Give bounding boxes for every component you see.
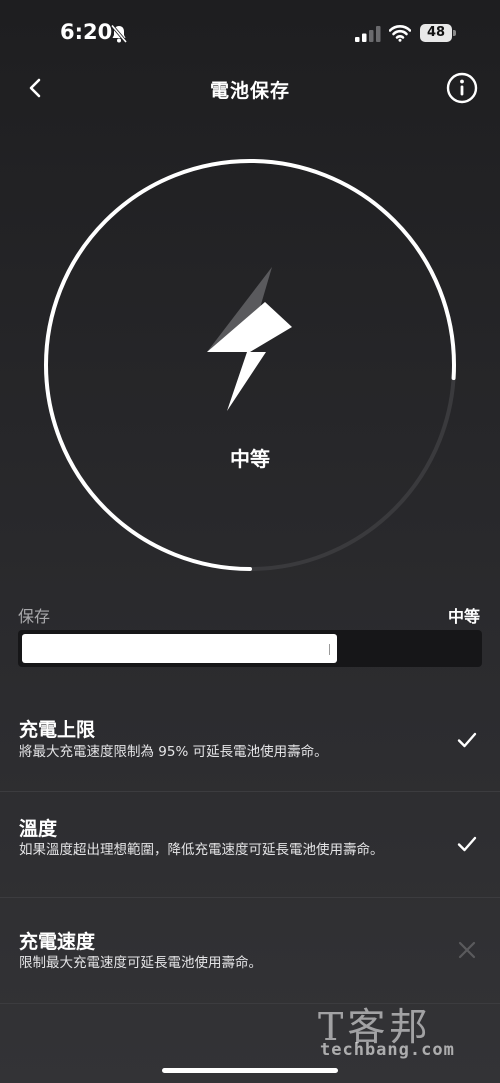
- option-description: 將最大充電速度限制為 95% 可延長電池使用壽命。: [19, 744, 328, 760]
- save-level-slider[interactable]: [18, 630, 482, 667]
- save-level-row: 保存 中等: [18, 603, 482, 626]
- close-icon[interactable]: [455, 938, 479, 962]
- save-label: 保存: [18, 607, 51, 626]
- slider-fill: [22, 634, 337, 663]
- option-charge-limit[interactable]: 充電上限 將最大充電速度限制為 95% 可延長電池使用壽命。: [0, 690, 500, 792]
- info-circle-icon[interactable]: [446, 72, 478, 104]
- checkmark-icon[interactable]: [455, 832, 479, 856]
- option-title: 充電上限: [19, 719, 96, 741]
- battery-level: 48: [420, 24, 452, 42]
- checkmark-icon[interactable]: [455, 728, 479, 752]
- option-description: 限制最大充電速度可延長電池使用壽命。: [19, 955, 262, 971]
- battery-tip: [453, 30, 456, 36]
- battery-saving-gauge: [44, 159, 456, 571]
- status-bar: 6:20 48: [0, 0, 500, 64]
- watermark-site: techbang.com: [320, 1040, 455, 1060]
- home-indicator[interactable]: [162, 1068, 338, 1073]
- option-temperature[interactable]: 溫度 如果溫度超出理想範圍，降低充電速度可延長電池使用壽命。: [0, 792, 500, 898]
- status-time: 6:20: [60, 20, 113, 44]
- bell-slash-icon: [110, 24, 128, 44]
- gauge-level-label: 中等: [230, 447, 270, 471]
- watermark: T客邦 techbang.com: [316, 996, 482, 1062]
- slider-handle[interactable]: [329, 644, 330, 655]
- wifi-icon: [389, 25, 411, 42]
- page-title: 電池保存: [209, 80, 290, 102]
- option-charge-speed[interactable]: 充電速度 限制最大充電速度可延長電池使用壽命。: [0, 898, 500, 1004]
- save-level-value: 中等: [447, 607, 480, 626]
- lightning-bolt-icon: [207, 267, 292, 411]
- nav-header: 電池保存: [0, 64, 500, 112]
- cellular-signal-icon: [355, 26, 381, 42]
- option-title: 充電速度: [19, 931, 96, 953]
- option-title: 溫度: [19, 818, 58, 840]
- battery-indicator: 48: [420, 24, 456, 42]
- option-description: 如果溫度超出理想範圍，降低充電速度可延長電池使用壽命。: [19, 842, 384, 858]
